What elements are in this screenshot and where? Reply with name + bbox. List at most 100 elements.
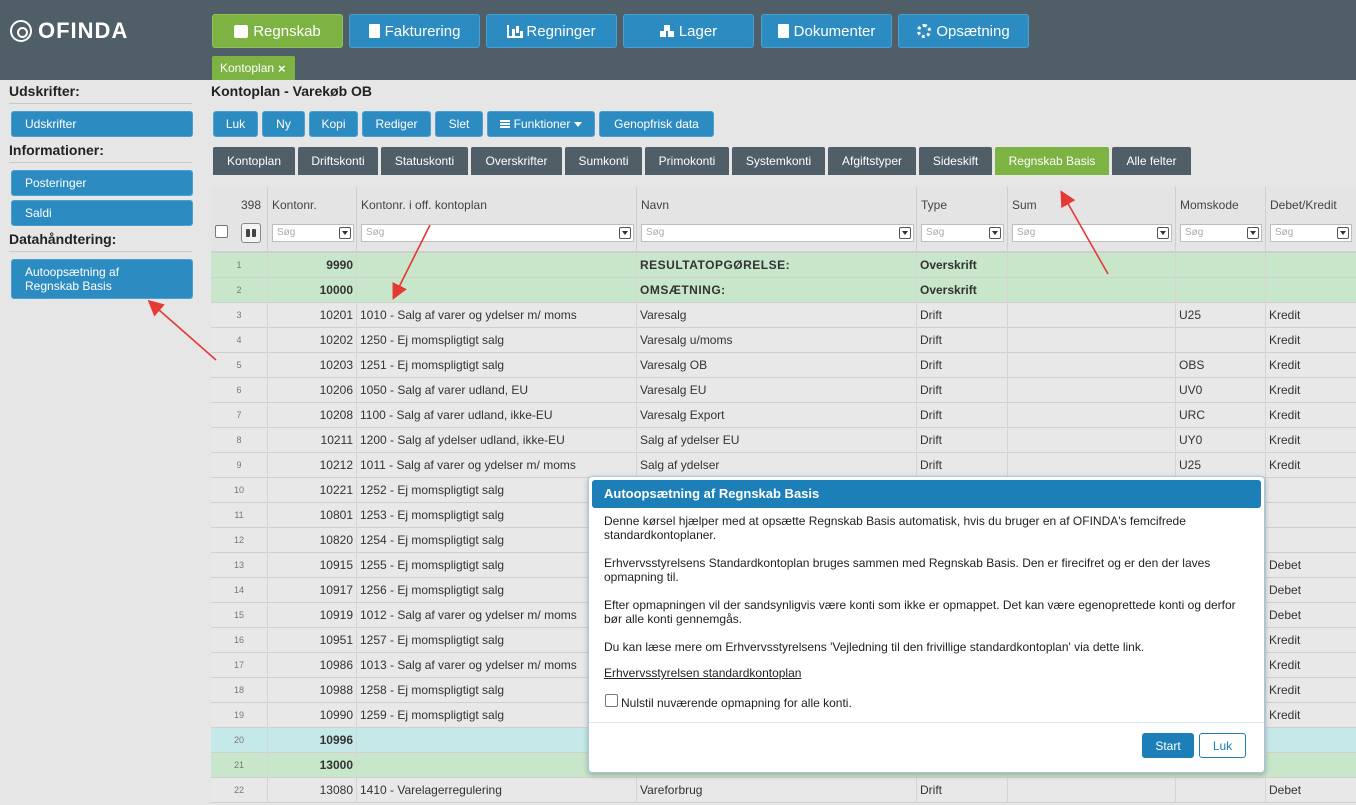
tab-afgiftstyper[interactable]: Afgiftstyper <box>828 147 916 175</box>
nav-lager[interactable]: Lager <box>623 14 754 48</box>
table-row[interactable]: 6 10206 1050 - Salg af varer udland, EU Var… <box>211 378 1356 403</box>
cell-sum <box>1007 353 1175 378</box>
table-row[interactable]: 1 9990 RESULTATOPGØRELSE: Overskrift <box>211 253 1356 278</box>
filter-type[interactable]: Søg <box>921 224 1004 242</box>
cell-type: Drift <box>916 778 1007 803</box>
header-momskode[interactable]: Momskode Søg <box>1175 187 1265 251</box>
cell-n: 19 <box>233 710 244 720</box>
close-button[interactable]: Luk <box>1199 733 1246 758</box>
tab-sideskift[interactable]: Sideskift <box>919 147 992 175</box>
header-kontonr[interactable]: Kontonr. Søg <box>267 187 356 251</box>
filter-off-kontoplan[interactable]: Søg <box>361 224 634 242</box>
header-navn[interactable]: Navn Søg <box>636 187 916 251</box>
dropdown-icon[interactable] <box>1337 227 1349 239</box>
cell-sum <box>1007 253 1175 278</box>
cell-sum <box>1007 328 1175 353</box>
header-type[interactable]: Type Søg <box>916 187 1007 251</box>
select-all-checkbox[interactable] <box>215 225 228 238</box>
cell-dk: Kredit <box>1265 703 1356 728</box>
slet-button[interactable]: Slet <box>435 111 483 137</box>
dropdown-icon[interactable] <box>1157 227 1169 239</box>
tab-alle-felter[interactable]: Alle felter <box>1112 147 1191 175</box>
tab-driftskonti[interactable]: Driftskonti <box>298 147 378 175</box>
cell-kto: 10986 <box>267 653 356 678</box>
nav-opsaetning[interactable]: Opsætning <box>898 14 1029 48</box>
close-icon[interactable]: × <box>278 61 286 76</box>
subtab-kontoplan[interactable]: Kontoplan × <box>212 56 295 80</box>
dropdown-icon[interactable] <box>619 227 631 239</box>
table-row[interactable]: 8 10211 1200 - Salg af ydelser udland, ikk… <box>211 428 1356 453</box>
genopfrisk-button[interactable]: Genopfrisk data <box>599 111 714 137</box>
cell-sum <box>1007 403 1175 428</box>
table-row[interactable]: 9 10212 1011 - Salg af varer og ydelser m/… <box>211 453 1356 478</box>
cell-n: 9 <box>236 460 242 470</box>
tab-statuskonti[interactable]: Statuskonti <box>381 147 468 175</box>
cell-kto: 10203 <box>267 353 356 378</box>
cell-dk <box>1265 253 1356 278</box>
brand-logo[interactable]: OFINDA <box>10 18 128 44</box>
luk-button[interactable]: Luk <box>213 111 258 137</box>
filter-kontonr[interactable]: Søg <box>272 224 354 242</box>
table-row[interactable]: 4 10202 1250 - Ej momspligtigt salg Varesal… <box>211 328 1356 353</box>
cell-kto: 10919 <box>267 603 356 628</box>
standardkontoplan-link[interactable]: Erhvervsstyrelsen standardkontoplan <box>604 666 801 680</box>
tab-overskrifter[interactable]: Overskrifter <box>471 147 562 175</box>
cell-off: 1251 - Ej momspligtigt salg <box>356 353 636 378</box>
dropdown-icon[interactable] <box>899 227 911 239</box>
ny-button[interactable]: Ny <box>262 111 305 137</box>
sidebar-button-saldi[interactable]: Saldi <box>11 200 193 226</box>
tab-sumkonti[interactable]: Sumkonti <box>565 147 642 175</box>
cell-n: 10 <box>233 485 244 495</box>
nav-fakturering[interactable]: Fakturering <box>349 14 480 48</box>
sidebar-heading-udskrifter: Udskrifter: <box>9 83 80 99</box>
tab-primokonti[interactable]: Primokonti <box>645 147 729 175</box>
table-row[interactable]: 2 10000 OMSÆTNING: Overskrift <box>211 278 1356 303</box>
divider <box>9 251 192 252</box>
table-row[interactable]: 3 10201 1010 - Salg af varer og ydelser m/… <box>211 303 1356 328</box>
cell-n: 11 <box>234 510 244 520</box>
table-row[interactable]: 22 13080 1410 - Varelagerregulering Varefor… <box>211 778 1356 803</box>
cell-moms: U25 <box>1175 303 1265 328</box>
table-row[interactable]: 7 10208 1100 - Salg af varer udland, ikke-… <box>211 403 1356 428</box>
filter-sum[interactable]: Søg <box>1012 224 1172 242</box>
cell-sum <box>1007 453 1175 478</box>
cell-kto: 10206 <box>267 378 356 403</box>
filter-momskode[interactable]: Søg <box>1180 224 1262 242</box>
nav-dokumenter[interactable]: Dokumenter <box>761 14 892 48</box>
binoculars-icon[interactable] <box>241 223 261 243</box>
tab-systemkonti[interactable]: Systemkonti <box>732 147 825 175</box>
rediger-button[interactable]: Rediger <box>362 111 431 137</box>
reset-mapping-checkbox[interactable] <box>605 694 618 707</box>
kopi-button[interactable]: Kopi <box>309 111 358 137</box>
cell-type: Overskrift <box>916 253 1007 278</box>
tab-kontoplan[interactable]: Kontoplan <box>213 147 295 175</box>
cell-n: 3 <box>236 310 242 320</box>
header-sum[interactable]: Sum Søg <box>1007 187 1175 251</box>
reset-mapping-label[interactable]: Nulstil nuværende opmapning for alle kon… <box>621 696 852 710</box>
cell-n: 22 <box>233 785 244 795</box>
sidebar-button-autoopsaetning[interactable]: Autoopsætning af Regnskab Basis <box>11 259 193 299</box>
filter-debet-kredit[interactable]: Søg <box>1270 224 1352 242</box>
dropdown-icon[interactable] <box>339 227 351 239</box>
nav-regnskab[interactable]: Regnskab <box>212 14 343 48</box>
dropdown-icon[interactable] <box>1247 227 1259 239</box>
cell-dk: Debet <box>1265 553 1356 578</box>
nav-regninger[interactable]: Regninger <box>486 14 617 48</box>
header-debet-kredit[interactable]: Debet/Kredit Søg <box>1265 187 1356 251</box>
start-button[interactable]: Start <box>1142 733 1194 758</box>
tab-regnskab-basis[interactable]: Regnskab Basis <box>995 147 1109 175</box>
cell-moms: UV0 <box>1175 378 1265 403</box>
cell-kto: 9990 <box>267 253 356 278</box>
caret-down-icon <box>574 121 583 127</box>
funktioner-dropdown[interactable]: Funktioner <box>487 111 595 137</box>
sidebar-button-posteringer[interactable]: Posteringer <box>11 170 193 196</box>
filter-navn[interactable]: Søg <box>641 224 914 242</box>
calendar-icon <box>234 24 249 38</box>
header-off-kontoplan[interactable]: Kontonr. i off. kontoplan Søg <box>356 187 636 251</box>
cell-dk: Debet <box>1265 578 1356 603</box>
sidebar-button-udskrifter[interactable]: Udskrifter <box>11 111 193 137</box>
cell-n: 13 <box>233 560 244 570</box>
dropdown-icon[interactable] <box>989 227 1001 239</box>
table-row[interactable]: 5 10203 1251 - Ej momspligtigt salg Varesal… <box>211 353 1356 378</box>
cell-dk: Kredit <box>1265 353 1356 378</box>
